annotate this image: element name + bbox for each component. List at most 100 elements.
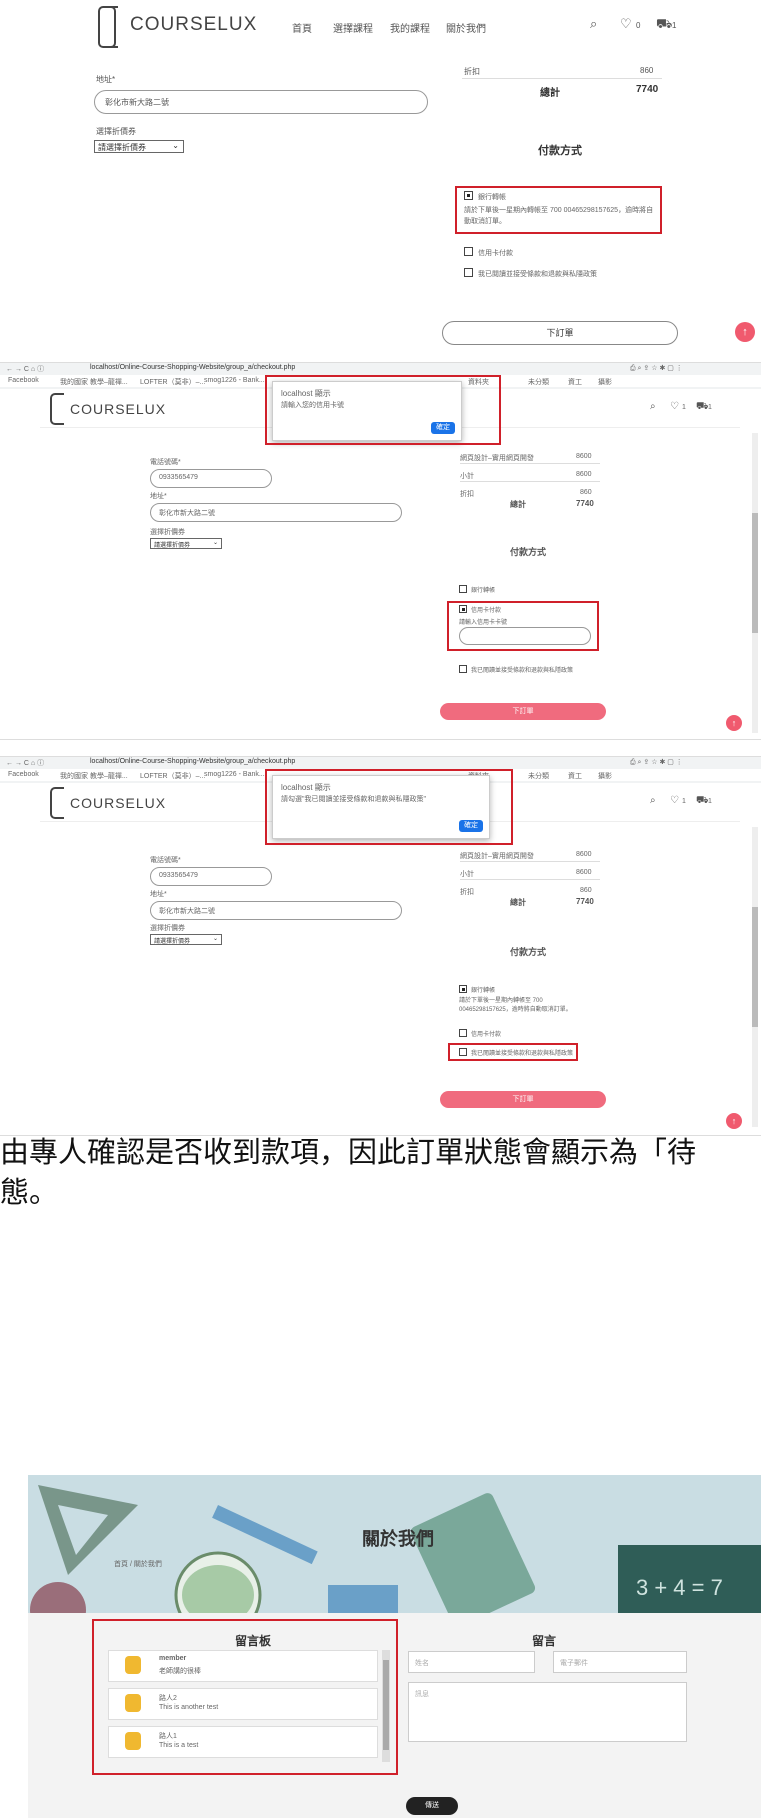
breadcrumb: 首頁 / 關於我們 [114,1561,162,1568]
agree-checkbox[interactable] [459,1048,467,1056]
payment-title: 付款方式 [538,145,582,157]
credit-card-checkbox[interactable] [459,1029,467,1037]
credit-card-checkbox[interactable] [464,247,473,256]
browser-actions-icons[interactable]: ⎙ ⌕ ⇪ ☆ ✱ ▢ ⋮ [630,364,683,373]
heart-icon[interactable]: ♡ [620,16,632,32]
agree-label: 我已閱讀並接受條款和退款與私隱政策 [471,668,574,674]
bookmark-2[interactable]: 我的國家 教學–龍禪... [60,377,128,387]
card-number-field[interactable] [459,627,591,645]
logo-text[interactable]: COURSELUX [70,795,166,811]
search-icon[interactable]: ⌕ [650,401,656,412]
search-icon[interactable]: ⌕ [590,16,597,32]
bookmark-4[interactable]: smog1226 - Bank... [204,377,265,384]
search-icon[interactable]: ⌕ [650,795,656,806]
list-item: 路人1 This is a test [108,1726,378,1758]
address-label: 地址* [150,493,167,500]
cart-icon[interactable]: ⛟ [696,401,709,414]
place-order-label: 下訂單 [512,1096,534,1103]
logo-text[interactable]: COURSELUX [130,14,257,36]
phone-value: 0933565479 [159,474,198,481]
coupon-select[interactable]: 請選擇折價券 ⌄ [94,140,184,153]
bank-transfer-checkbox[interactable] [459,985,467,993]
phone-label: 電話號碼* [150,857,181,864]
url-bar[interactable]: localhost/Online-Course-Shopping-Website… [90,758,295,765]
place-order-label: 下訂單 [546,328,574,338]
scroll-top-button[interactable]: ↑ [726,1113,742,1129]
bookmark-facebook[interactable]: Facebook [8,771,39,778]
bookmark-7[interactable]: 資工 [568,771,582,781]
scroll-top-button[interactable]: ↑ [735,322,755,342]
url-bar[interactable]: localhost/Online-Course-Shopping-Website… [90,364,295,371]
bookmark-6[interactable]: 未分類 [528,771,549,781]
scrollbar[interactable] [752,433,758,733]
bookmark-8[interactable]: 攝影 [598,771,612,781]
nav-courses[interactable]: 選擇課程 [333,20,373,35]
total-label: 總計 [510,898,526,907]
screenshot-checkout-agree-alert: ← → C ⌂ ⓘ localhost/Online-Course-Shoppi… [0,756,761,1136]
total-value: 7740 [636,84,659,95]
bank-transfer-note: 請於下單後一星期內轉帳至 700 00465298157625，逾時將自動取消訂… [459,998,572,1013]
browser-actions-icons[interactable]: ⎙ ⌕ ⇪ ☆ ✱ ▢ ⋮ [630,758,683,767]
email-input[interactable]: 電子郵件 [553,1651,687,1673]
bookmark-6[interactable]: 未分類 [528,377,549,387]
bank-transfer-checkbox[interactable] [464,191,473,200]
nav-home[interactable]: 首頁 [292,20,312,35]
phone-field[interactable]: 0933565479 [150,867,272,886]
comment-text: This is a test [159,1742,199,1749]
bookmark-3[interactable]: LOFTER（莫非）–... [140,771,205,781]
avatar-icon [125,1694,141,1712]
browser-nav-icons[interactable]: ← → C ⌂ ⓘ [6,758,44,768]
bank-transfer-label: 銀行轉帳 [471,588,496,594]
nav-my-courses[interactable]: 我的課程 [390,20,430,35]
send-button[interactable]: 傳送 [406,1797,458,1815]
item-row: 網頁設計–實用網頁開發 [460,853,534,860]
agree-checkbox[interactable] [464,268,473,277]
logo-bracket-icon [50,787,64,819]
comment-scrollbar[interactable] [382,1650,390,1762]
bookmark-7[interactable]: 資工 [568,377,582,387]
address-field[interactable]: 彰化市新大路二號 [150,503,402,522]
place-order-button[interactable]: 下訂單 [440,1091,606,1108]
cart-icon[interactable]: ⛟ [656,16,672,34]
comment-name: 路人2 [159,1695,177,1702]
scroll-top-button[interactable]: ↑ [726,715,742,731]
name-input[interactable]: 姓名 [408,1651,535,1673]
credit-card-label: 信用卡付款 [471,608,502,614]
browser-nav-icons[interactable]: ← → C ⌂ ⓘ [6,364,44,374]
heart-icon[interactable]: ♡ [670,795,679,806]
logo-text[interactable]: COURSELUX [70,401,166,417]
address-field[interactable]: 彰化市新大路二號 [150,901,402,920]
arrow-up-icon: ↑ [731,1116,737,1126]
address-value: 彰化市新大路二號 [159,510,215,517]
scrollbar[interactable] [752,827,758,1127]
avatar-icon [125,1732,141,1750]
place-order-button[interactable]: 下訂單 [442,321,678,345]
document-paragraph: 由專人確認是否收到款項，因此訂單狀態會顯示為「待 態。 [0,1132,761,1242]
coupon-select[interactable]: 請選擇折價券 ⌄ [150,934,222,945]
bookmark-8[interactable]: 攝影 [598,377,612,387]
bookmark-3[interactable]: LOFTER（莫非）–... [140,377,205,387]
paragraph-line-2: 態。 [0,1175,59,1209]
logo-bracket-icon [50,393,64,425]
coupon-select[interactable]: 請選擇折價券 ⌄ [150,538,222,549]
cart-icon[interactable]: ⛟ [696,795,709,808]
agree-checkbox[interactable] [459,665,467,673]
heart-icon[interactable]: ♡ [670,401,679,412]
credit-card-checkbox[interactable] [459,605,467,613]
bank-transfer-checkbox[interactable] [459,585,467,593]
phone-field[interactable]: 0933565479 [150,469,272,488]
message-textarea[interactable]: 訊息 [408,1682,687,1742]
bookmark-4[interactable]: smog1226 - Bank... [204,771,265,778]
cart-count: 1 [672,21,677,30]
divider [460,481,600,482]
chevron-down-icon: ⌄ [212,540,218,546]
bookmark-facebook[interactable]: Facebook [8,377,39,384]
nav-about[interactable]: 關於我們 [446,20,486,35]
form-title: 留言 [532,1634,557,1648]
cart-count: 1 [708,404,712,411]
bookmark-2[interactable]: 我的國家 教學–龍禪... [60,771,128,781]
place-order-button[interactable]: 下訂單 [440,703,606,720]
chalkboard-text: 3 + 4 = 7 [636,1575,723,1600]
avatar-icon [125,1656,141,1674]
address-field[interactable]: 彰化市新大路二號 [94,90,428,114]
